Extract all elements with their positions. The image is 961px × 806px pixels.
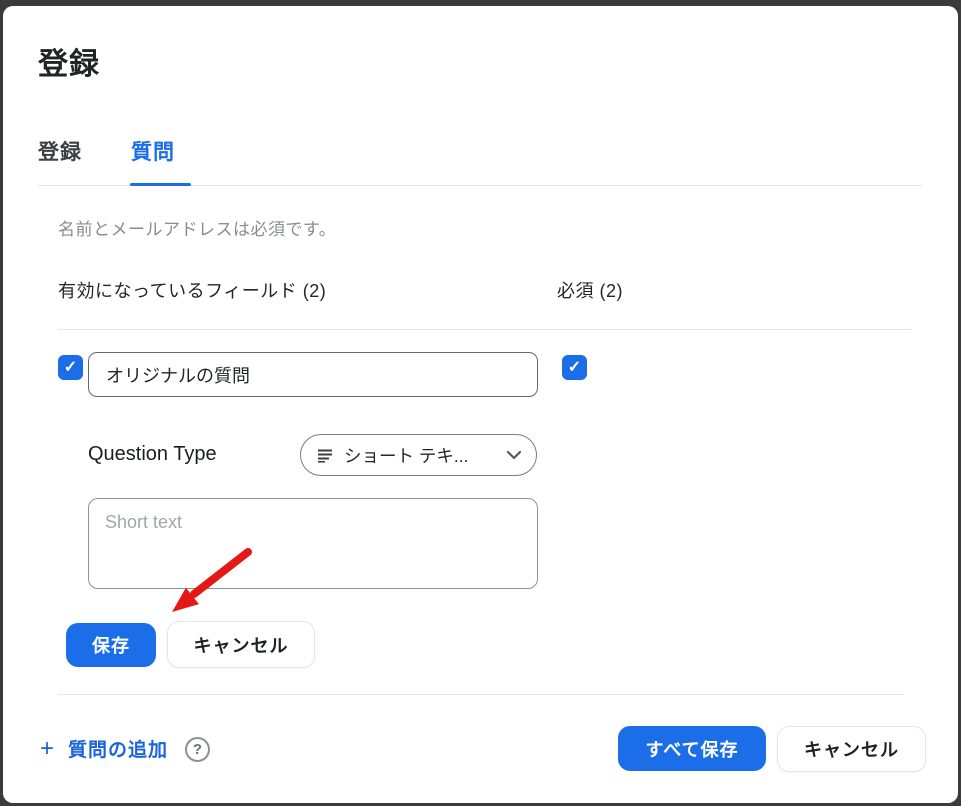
footer-divider xyxy=(58,694,904,695)
enabled-checkbox[interactable]: ✓ xyxy=(58,355,83,380)
tab-registration[interactable]: 登録 xyxy=(38,136,82,166)
save-button[interactable]: 保存 xyxy=(66,623,156,667)
enabled-fields-header: 有効になっているフィールド (2) xyxy=(58,277,326,303)
footer-cancel-button[interactable]: キャンセル xyxy=(777,726,926,772)
required-header: 必須 (2) xyxy=(557,277,623,303)
plus-icon: + xyxy=(40,737,54,761)
dialog-title: 登録 xyxy=(38,39,100,83)
question-title-input[interactable] xyxy=(88,352,538,397)
chevron-down-icon xyxy=(506,450,522,460)
question-type-label: Question Type xyxy=(88,443,217,466)
save-all-button[interactable]: すべて保存 xyxy=(618,726,766,771)
active-tab-underline xyxy=(130,183,191,186)
check-icon: ✓ xyxy=(64,360,77,376)
check-icon: ✓ xyxy=(568,360,581,376)
add-question-link[interactable]: + 質問の追加 xyxy=(40,735,168,762)
answer-preview-textarea[interactable] xyxy=(88,498,538,589)
add-question-label: 質問の追加 xyxy=(68,735,168,762)
question-type-value: ショート テキ... xyxy=(344,443,506,468)
required-checkbox[interactable]: ✓ xyxy=(562,355,587,380)
cancel-button[interactable]: キャンセル xyxy=(167,621,315,668)
short-text-icon xyxy=(317,447,334,464)
header-divider xyxy=(58,329,911,330)
required-note: 名前とメールアドレスは必須です。 xyxy=(58,215,336,240)
help-icon[interactable]: ? xyxy=(185,737,210,762)
question-type-select[interactable]: ショート テキ... xyxy=(300,434,537,476)
tab-questions[interactable]: 質問 xyxy=(131,136,175,166)
registration-dialog: 登録 登録 質問 名前とメールアドレスは必須です。 有効になっているフィールド … xyxy=(3,6,958,803)
